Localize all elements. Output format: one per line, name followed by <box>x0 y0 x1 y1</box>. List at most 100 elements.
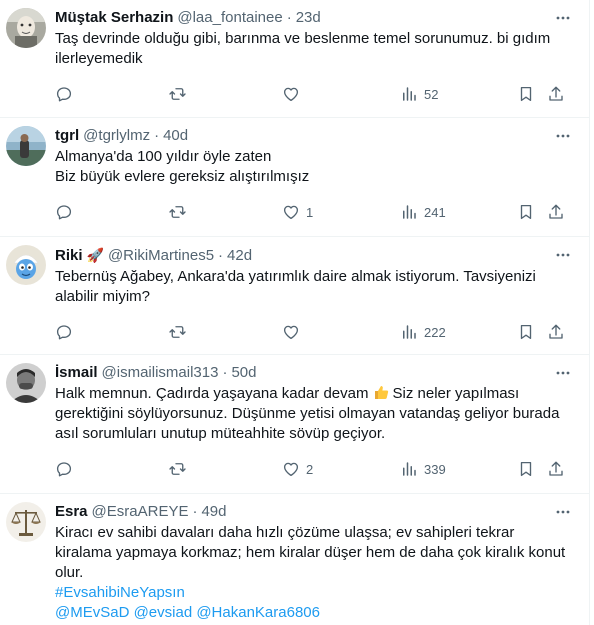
like-button[interactable] <box>282 82 300 106</box>
reply-icon <box>56 87 72 102</box>
more-options-icon[interactable] <box>553 245 573 265</box>
tweet[interactable]: tgrl @tgrlylmz · 40d Almanya'da 100 yıld… <box>0 118 589 237</box>
tweet-actions: 222 <box>55 320 573 358</box>
user-handle[interactable]: @EsraAREYE <box>92 502 189 522</box>
display-name[interactable]: tgrl <box>55 126 79 146</box>
tweet-text: Halk memnun. Çadırda yaşayana kadar deva… <box>55 384 573 444</box>
reply-icon <box>56 205 72 220</box>
views-button[interactable]: 52 <box>400 82 438 106</box>
views-button[interactable]: 222 <box>400 320 446 344</box>
bookmark-button[interactable] <box>517 82 535 106</box>
retweet-button[interactable] <box>168 200 187 224</box>
share-button[interactable] <box>547 200 565 224</box>
separator-dot: · <box>222 364 228 381</box>
share-button[interactable] <box>547 320 565 344</box>
bookmark-icon <box>520 86 532 102</box>
share-button[interactable] <box>547 82 565 106</box>
likes-count: 2 <box>306 461 314 477</box>
thumbs-up-emoji-icon <box>374 386 388 399</box>
tweet[interactable]: Müştak Serhazin @laa_fontainee · 23d Taş… <box>0 0 589 118</box>
views-chart-icon <box>403 462 416 476</box>
separator-dot: · <box>154 127 160 144</box>
heart-icon <box>283 462 299 477</box>
like-button[interactable]: 1 <box>282 200 313 224</box>
more-options-icon[interactable] <box>553 502 573 522</box>
views-chart-icon <box>403 205 416 219</box>
more-options-icon[interactable] <box>553 363 573 383</box>
avatar[interactable] <box>6 245 46 285</box>
display-name[interactable]: Riki <box>55 246 83 266</box>
tweet[interactable]: Riki 🚀 @RikiMartines5 · 42d Tebernüş Ağa… <box>0 237 589 355</box>
tweet[interactable]: Esra @EsraAREYE · 49d Kiracı ev sahibi d… <box>0 494 589 625</box>
share-button[interactable] <box>547 457 565 481</box>
tweet-text: Taş devrinde olduğu gibi, barınma ve bes… <box>55 30 551 67</box>
more-options-icon[interactable] <box>553 126 573 146</box>
share-icon <box>549 86 563 101</box>
user-handle[interactable]: @ismailismail313 <box>102 363 219 383</box>
reply-button[interactable] <box>55 457 73 481</box>
share-icon <box>549 324 563 339</box>
tweet-text: Tebernüş Ağabey, Ankara'da yatırımlık da… <box>55 268 536 305</box>
more-options-icon[interactable] <box>553 8 573 28</box>
views-count: 52 <box>424 86 439 102</box>
heart-icon <box>283 205 299 220</box>
display-name[interactable]: Esra <box>55 502 88 522</box>
avatar[interactable] <box>6 8 46 48</box>
like-button[interactable] <box>282 320 300 344</box>
retweet-icon <box>169 88 186 100</box>
avatar[interactable] <box>6 502 46 542</box>
likes-count: 1 <box>306 204 314 220</box>
tweet[interactable]: İsmail @ismailismail313 · 50d Halk memnu… <box>0 355 589 494</box>
bookmark-icon <box>520 461 532 477</box>
timestamp[interactable]: 49d <box>201 502 226 522</box>
views-button[interactable]: 339 <box>400 457 446 481</box>
share-icon <box>549 461 563 476</box>
retweet-icon <box>169 206 186 218</box>
like-button[interactable]: 2 <box>282 457 313 481</box>
avatar[interactable] <box>6 126 46 166</box>
timestamp[interactable]: 42d <box>227 246 252 266</box>
reply-button[interactable] <box>55 82 73 106</box>
reply-icon <box>56 462 72 477</box>
reply-button[interactable] <box>55 320 73 344</box>
tweet-text-part: Halk memnun. Çadırda yaşayana kadar deva… <box>55 385 369 402</box>
display-name[interactable]: Müştak Serhazin <box>55 8 173 28</box>
heart-icon <box>283 325 299 340</box>
retweet-icon <box>169 463 186 475</box>
user-handle[interactable]: @RikiMartines5 <box>108 246 214 266</box>
bookmark-icon <box>520 324 532 340</box>
views-count: 222 <box>424 324 446 340</box>
timestamp[interactable]: 40d <box>163 126 188 146</box>
views-chart-icon <box>403 325 416 339</box>
bookmark-button[interactable] <box>517 457 535 481</box>
retweet-icon <box>169 326 186 338</box>
tweet-actions: 52 <box>55 82 573 120</box>
retweet-button[interactable] <box>168 457 187 481</box>
mention-links[interactable]: @MEvSaD @evsiad @HakanKara6806 <box>55 603 573 623</box>
separator-dot: · <box>218 247 224 264</box>
user-handle[interactable]: @tgrlylmz <box>83 126 150 146</box>
avatar[interactable] <box>6 363 46 403</box>
reply-icon <box>56 325 72 340</box>
user-handle[interactable]: @laa_fontainee <box>177 8 282 28</box>
heart-icon <box>283 87 299 102</box>
bookmark-button[interactable] <box>517 200 535 224</box>
views-chart-icon <box>403 87 416 101</box>
hashtag-link[interactable]: #EvsahibiNeYapsın <box>55 583 573 603</box>
views-count: 241 <box>424 204 446 220</box>
timestamp[interactable]: 50d <box>231 363 256 383</box>
tweet-text: Almanya'da 100 yıldır öyle zaten Biz büy… <box>55 148 310 185</box>
tweet-actions: 1 241 <box>55 200 573 238</box>
rocket-emoji: 🚀 <box>86 247 104 263</box>
views-count: 339 <box>424 461 446 477</box>
timestamp[interactable]: 23d <box>296 8 321 28</box>
tweet-feed: Müştak Serhazin @laa_fontainee · 23d Taş… <box>0 0 590 625</box>
reply-button[interactable] <box>55 200 73 224</box>
share-icon <box>549 204 563 219</box>
bookmark-button[interactable] <box>517 320 535 344</box>
retweet-button[interactable] <box>168 82 187 106</box>
views-button[interactable]: 241 <box>400 200 446 224</box>
retweet-button[interactable] <box>168 320 187 344</box>
display-name[interactable]: İsmail <box>55 363 98 383</box>
tweet-actions: 2 339 <box>55 457 573 495</box>
